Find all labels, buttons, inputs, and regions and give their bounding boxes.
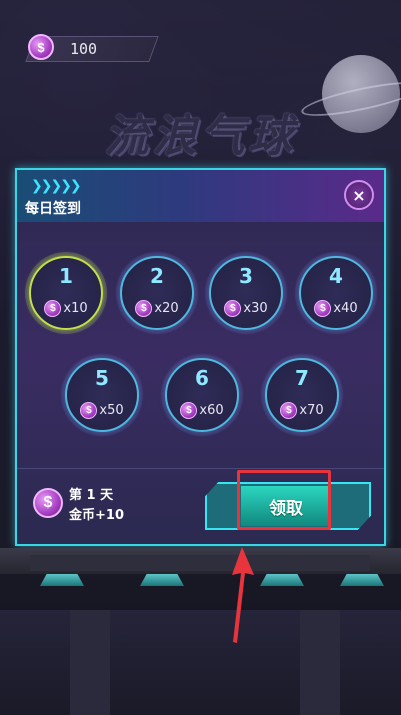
coin-count: 100 xyxy=(70,40,98,58)
checkin-day-2[interactable]: 2 $ x20 xyxy=(120,256,194,330)
day-number: 7 xyxy=(295,366,309,390)
dollar-coin-icon: $ xyxy=(28,34,54,60)
day-number: 4 xyxy=(329,264,343,288)
panel-title: 每日签到 xyxy=(25,201,81,217)
reward-amount: x70 xyxy=(299,403,324,418)
checkin-day-7[interactable]: 7 $ x70 xyxy=(265,358,339,432)
reward-amount: x50 xyxy=(99,403,124,418)
reward-amount: x60 xyxy=(199,403,224,418)
day-reward: $ x70 xyxy=(267,402,337,419)
dollar-coin-icon: $ xyxy=(224,300,242,317)
ground xyxy=(0,610,401,715)
platform-light xyxy=(260,574,304,586)
day-reward: $ x10 xyxy=(31,300,101,317)
platform-rail xyxy=(30,555,370,571)
platform-light xyxy=(40,574,84,586)
day-number: 1 xyxy=(59,264,73,288)
divider xyxy=(17,468,384,469)
reward-amount: x40 xyxy=(333,301,358,316)
day-number: 5 xyxy=(95,366,109,390)
pillar xyxy=(300,610,340,715)
dollar-coin-icon: $ xyxy=(80,402,98,419)
day-reward: $ x40 xyxy=(301,300,371,317)
panel-header: ❯❯❯❯❯ 每日签到 × xyxy=(17,170,384,222)
checkin-day-6[interactable]: 6 $ x60 xyxy=(165,358,239,432)
day-reward: $ x50 xyxy=(67,402,137,419)
day-reward: $ x20 xyxy=(122,300,192,317)
day-number: 3 xyxy=(239,264,253,288)
dollar-coin-icon: $ xyxy=(33,488,63,518)
reward-amount: x30 xyxy=(243,301,268,316)
close-button[interactable]: × xyxy=(344,180,374,210)
pillar xyxy=(70,610,110,715)
reward-text: 金币+10 xyxy=(69,508,124,523)
dollar-coin-icon: $ xyxy=(44,300,62,317)
platform-light xyxy=(140,574,184,586)
day-number: 2 xyxy=(150,264,164,288)
day-number: 6 xyxy=(195,366,209,390)
dollar-coin-icon: $ xyxy=(180,402,198,419)
checkin-day-1[interactable]: 1 $ x10 xyxy=(29,256,103,330)
reward-amount: x10 xyxy=(63,301,88,316)
current-day-text: 第 1 天 xyxy=(69,488,114,503)
day-reward: $ x30 xyxy=(211,300,281,317)
checkin-day-5[interactable]: 5 $ x50 xyxy=(65,358,139,432)
checkin-day-3[interactable]: 3 $ x30 xyxy=(209,256,283,330)
dollar-coin-icon: $ xyxy=(314,300,332,317)
game-title: 流浪气球 xyxy=(104,111,297,162)
checkin-day-4[interactable]: 4 $ x40 xyxy=(299,256,373,330)
dollar-coin-icon: $ xyxy=(135,300,153,317)
platform-light xyxy=(340,574,384,586)
highlight-box xyxy=(237,470,331,530)
dollar-coin-icon: $ xyxy=(280,402,298,419)
reward-amount: x20 xyxy=(154,301,179,316)
pointer-arrow-icon xyxy=(232,547,254,643)
day-reward: $ x60 xyxy=(167,402,237,419)
chevrons-icon: ❯❯❯❯❯ xyxy=(31,178,82,194)
